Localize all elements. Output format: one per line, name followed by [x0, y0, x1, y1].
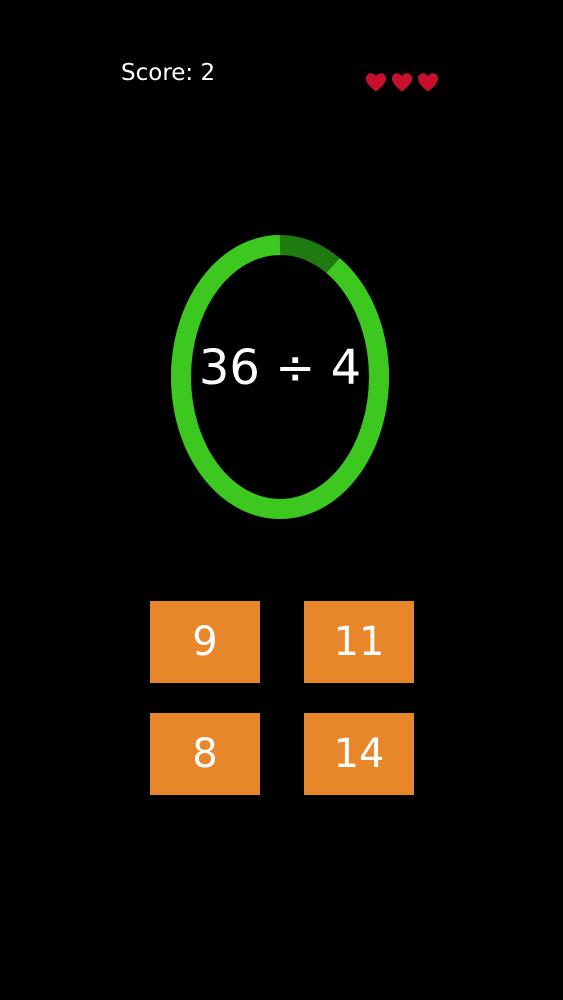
- lives-indicator: [364, 70, 440, 94]
- answer-label: 11: [333, 619, 385, 665]
- answer-label: 14: [333, 731, 385, 777]
- answer-button-1[interactable]: 9: [150, 601, 260, 683]
- heart-icon: [392, 73, 412, 92]
- answer-button-2[interactable]: 11: [304, 601, 414, 683]
- heart-icon: [366, 73, 386, 92]
- answer-button-4[interactable]: 14: [304, 713, 414, 795]
- answer-button-3[interactable]: 8: [150, 713, 260, 795]
- answer-label: 8: [192, 731, 218, 777]
- heart-icon: [418, 73, 438, 92]
- score-label: Score: 2: [121, 60, 216, 86]
- math-question: 36 ÷ 4: [198, 340, 362, 396]
- answer-label: 9: [192, 619, 218, 665]
